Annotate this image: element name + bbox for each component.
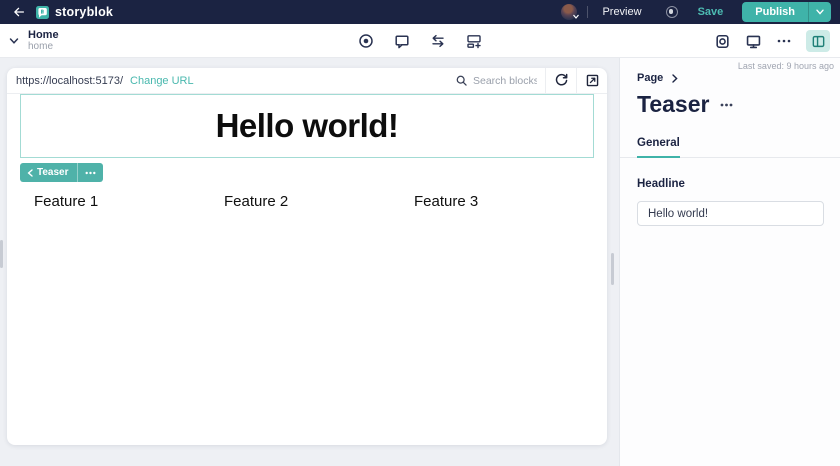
block-parent-button[interactable]	[20, 163, 37, 182]
editor-mode-buttons	[357, 24, 483, 58]
back-button[interactable]	[10, 3, 28, 21]
chevron-left-icon	[27, 168, 33, 177]
blocks-icon	[467, 35, 481, 49]
edit-mode-button[interactable]	[577, 68, 607, 94]
tab-general[interactable]: General	[637, 137, 680, 158]
feature-block[interactable]: Feature 2	[224, 193, 414, 210]
selected-block-chip: Teaser	[20, 163, 103, 182]
comment-icon	[395, 35, 409, 49]
publish-split-button: Publish	[742, 2, 831, 22]
headline-input[interactable]	[637, 201, 824, 226]
ellipsis-icon	[85, 171, 96, 174]
search-icon	[456, 75, 467, 86]
story-toolbar: Home home	[0, 24, 840, 58]
target-icon	[359, 34, 373, 48]
feature-block[interactable]: Feature 1	[34, 193, 224, 210]
storyblok-logo[interactable]: storyblok	[36, 5, 113, 19]
avatar[interactable]	[561, 4, 580, 20]
preview-url: https://localhost:5173/	[16, 74, 124, 87]
save-button[interactable]: Save	[698, 6, 724, 18]
top-bar-actions: Preview Save Publish	[561, 0, 831, 24]
breadcrumb[interactable]: Page	[637, 72, 840, 84]
ellipsis-icon	[721, 103, 733, 106]
feature-grid: Feature 1 Feature 2 Feature 3	[34, 193, 594, 210]
desktop-icon	[746, 35, 760, 48]
refresh-icon	[555, 73, 567, 86]
panel-right-icon	[812, 35, 824, 47]
tablet-icon	[715, 34, 729, 48]
edit-box-icon	[586, 74, 598, 87]
url-bar: https://localhost:5173/ Change URL	[7, 68, 607, 94]
breadcrumb-page[interactable]: Page	[637, 72, 663, 84]
url-bar-actions	[445, 68, 607, 93]
topbar-divider	[587, 6, 589, 18]
arrow-left-icon	[14, 7, 25, 17]
publish-button[interactable]: Publish	[742, 2, 808, 22]
more-options-button[interactable]	[775, 32, 793, 50]
click-target-mode-button[interactable]	[357, 32, 375, 50]
preview-toggle[interactable]	[665, 6, 678, 18]
preview-canvas: https://localhost:5173/ Change URL Searc…	[7, 68, 607, 445]
block-settings-sidebar: Last saved: 9 hours ago Page Teaser Gene…	[619, 58, 840, 466]
canvas-resize-handle-right[interactable]	[611, 253, 614, 285]
comments-button[interactable]	[393, 32, 411, 50]
last-saved-status: Last saved: 9 hours ago	[737, 61, 834, 71]
blocks-library-button[interactable]	[465, 32, 483, 50]
storyblok-editor: storyblok Preview Save Publish Home home…	[0, 0, 840, 466]
reload-preview-button[interactable]	[546, 68, 576, 94]
block-title-options-button[interactable]	[720, 103, 733, 107]
change-url-button[interactable]: Change URL	[130, 75, 194, 87]
search-blocks-input[interactable]	[473, 74, 537, 87]
chevron-down-icon	[9, 38, 19, 44]
chevron-down-icon	[816, 9, 824, 15]
main-area: https://localhost:5173/ Change URL Searc…	[0, 58, 840, 466]
toggle-sidebar-button[interactable]	[806, 30, 830, 52]
story-info[interactable]: Home home	[28, 29, 59, 52]
block-options-button[interactable]	[78, 163, 103, 182]
search-blocks	[445, 74, 545, 87]
story-title: Home	[28, 29, 59, 41]
preview-label: Preview	[602, 6, 642, 18]
viewport-buttons	[713, 24, 830, 58]
publish-dropdown-button[interactable]	[809, 2, 831, 22]
teaser-heading[interactable]: Hello world!	[216, 107, 399, 145]
top-bar: storyblok Preview Save Publish	[0, 0, 840, 24]
avatar-caret-icon	[573, 14, 580, 19]
selected-block-outline[interactable]: Hello world!	[20, 94, 594, 158]
canvas-resize-handle-left[interactable]	[0, 240, 3, 268]
sidebar-tabs: General	[637, 133, 840, 158]
swap-arrows-icon	[432, 34, 444, 48]
block-title: Teaser	[637, 91, 710, 117]
feature-block[interactable]: Feature 3	[414, 193, 604, 210]
chevron-right-icon	[672, 73, 678, 83]
headline-field-label: Headline	[637, 178, 685, 190]
story-slug: home	[28, 41, 54, 53]
block-chip-label[interactable]: Teaser	[37, 163, 77, 182]
story-switcher-button[interactable]	[7, 34, 21, 48]
block-title-row: Teaser	[637, 91, 840, 118]
ellipsis-icon	[777, 39, 791, 43]
logo-wordmark: storyblok	[55, 5, 114, 19]
tablet-viewport-button[interactable]	[713, 32, 731, 50]
storyblok-logo-icon	[36, 5, 49, 19]
desktop-viewport-button[interactable]	[744, 32, 762, 50]
compare-changes-button[interactable]	[429, 32, 447, 50]
